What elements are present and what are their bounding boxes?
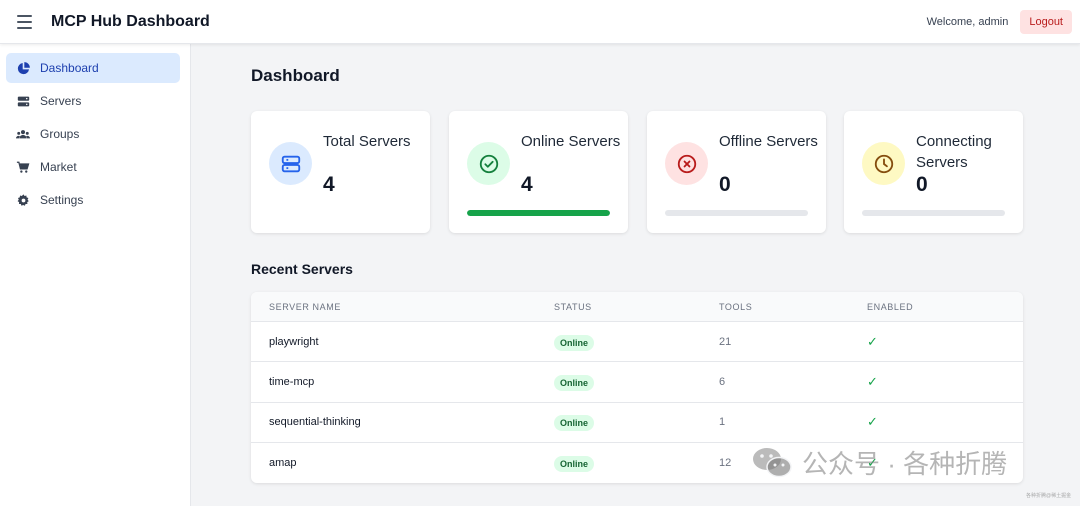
tools-count: 6: [719, 375, 726, 388]
logout-button[interactable]: Logout: [1020, 9, 1072, 34]
sidebar: Dashboard Servers Groups Market Settings: [0, 44, 191, 506]
check-icon: ✓: [867, 373, 878, 389]
gear-icon: [16, 193, 30, 207]
connecting-progress-bar: [862, 210, 1005, 216]
sidebar-item-label: Dashboard: [40, 61, 99, 75]
menu-icon[interactable]: [14, 11, 36, 33]
stat-value: 4: [521, 173, 533, 196]
wechat-icon: [752, 446, 792, 480]
sidebar-item-label: Servers: [40, 94, 82, 108]
sidebar-item-label: Settings: [40, 193, 84, 207]
watermark-small-text: 各种折腾@稀土掘金: [1026, 493, 1072, 499]
check-icon: ✓: [867, 414, 878, 430]
server-name: time-mcp: [269, 375, 315, 388]
offline-progress-bar: [665, 210, 808, 216]
status-cell: Online: [554, 413, 595, 432]
user-area: Welcome, admin Logout: [926, 9, 1072, 34]
stat-card-total: Total Servers 4: [251, 111, 430, 233]
status-badge: Online: [554, 415, 595, 432]
sidebar-item-groups[interactable]: Groups: [6, 119, 180, 149]
column-header: TOOLS: [719, 301, 753, 312]
stat-label: Connecting Servers: [916, 133, 992, 171]
x-circle-icon: [665, 142, 708, 185]
pie-chart-icon: [16, 61, 30, 75]
server-name: playwright: [269, 335, 319, 348]
stat-value: 0: [719, 173, 731, 196]
stat-card-offline: Offline Servers 0: [647, 111, 826, 233]
stat-value: 0: [916, 173, 928, 196]
sidebar-item-servers[interactable]: Servers: [6, 86, 180, 116]
status-badge: Online: [554, 455, 595, 472]
sidebar-item-market[interactable]: Market: [6, 152, 180, 182]
check-icon: ✓: [867, 333, 878, 349]
clock-icon: [862, 142, 905, 185]
app-title: MCP Hub Dashboard: [51, 12, 210, 30]
stat-value: 4: [323, 173, 335, 196]
cart-icon: [16, 160, 30, 174]
tools-count: 1: [719, 416, 726, 429]
main-content: Dashboard Total Servers 4 Online Servers…: [191, 44, 1080, 506]
sidebar-item-settings[interactable]: Settings: [6, 185, 180, 215]
status-cell: Online: [554, 333, 595, 351]
server-name: sequential-thinking: [269, 416, 361, 429]
sidebar-item-dashboard[interactable]: Dashboard: [6, 53, 180, 83]
column-header: STATUS: [554, 301, 592, 312]
server-icon: [16, 94, 30, 108]
stat-label: Total Servers: [323, 133, 411, 150]
welcome-text: Welcome, admin: [926, 15, 1009, 28]
page-title: Dashboard: [251, 66, 340, 85]
status-badge: Online: [554, 334, 595, 351]
sidebar-item-label: Market: [40, 160, 77, 174]
stat-label: Offline Servers: [719, 133, 818, 150]
column-header: SERVER NAME: [269, 301, 341, 312]
watermark: 公众号 · 各种折腾: [752, 444, 1007, 481]
table-header: SERVER NAME STATUS TOOLS ENABLED: [251, 292, 1023, 322]
status-cell: Online: [554, 454, 595, 472]
online-progress-bar: [467, 210, 610, 216]
table-row[interactable]: time-mcp Online 6 ✓: [251, 362, 1023, 403]
status-badge: Online: [554, 374, 595, 391]
table-row[interactable]: sequential-thinking Online 1 ✓: [251, 403, 1023, 443]
sidebar-item-label: Groups: [40, 127, 80, 141]
server-name: amap: [269, 456, 297, 469]
users-icon: [16, 127, 30, 141]
tools-count: 21: [719, 335, 732, 348]
recent-servers-title: Recent Servers: [251, 261, 353, 277]
stat-label: Online Servers: [521, 133, 621, 150]
column-header: ENABLED: [867, 301, 914, 312]
progress-fill: [467, 210, 610, 216]
tools-count: 12: [719, 456, 732, 469]
watermark-text: 公众号 · 各种折腾: [802, 449, 1008, 479]
table-row[interactable]: playwright Online 21 ✓: [251, 322, 1023, 363]
stat-card-connecting: Connecting Servers 0: [844, 111, 1023, 233]
status-cell: Online: [554, 373, 595, 391]
check-circle-icon: [467, 142, 510, 185]
stat-card-online: Online Servers 4: [449, 111, 628, 233]
server-icon: [269, 142, 312, 185]
top-bar: MCP Hub Dashboard Welcome, admin Logout: [0, 0, 1080, 44]
